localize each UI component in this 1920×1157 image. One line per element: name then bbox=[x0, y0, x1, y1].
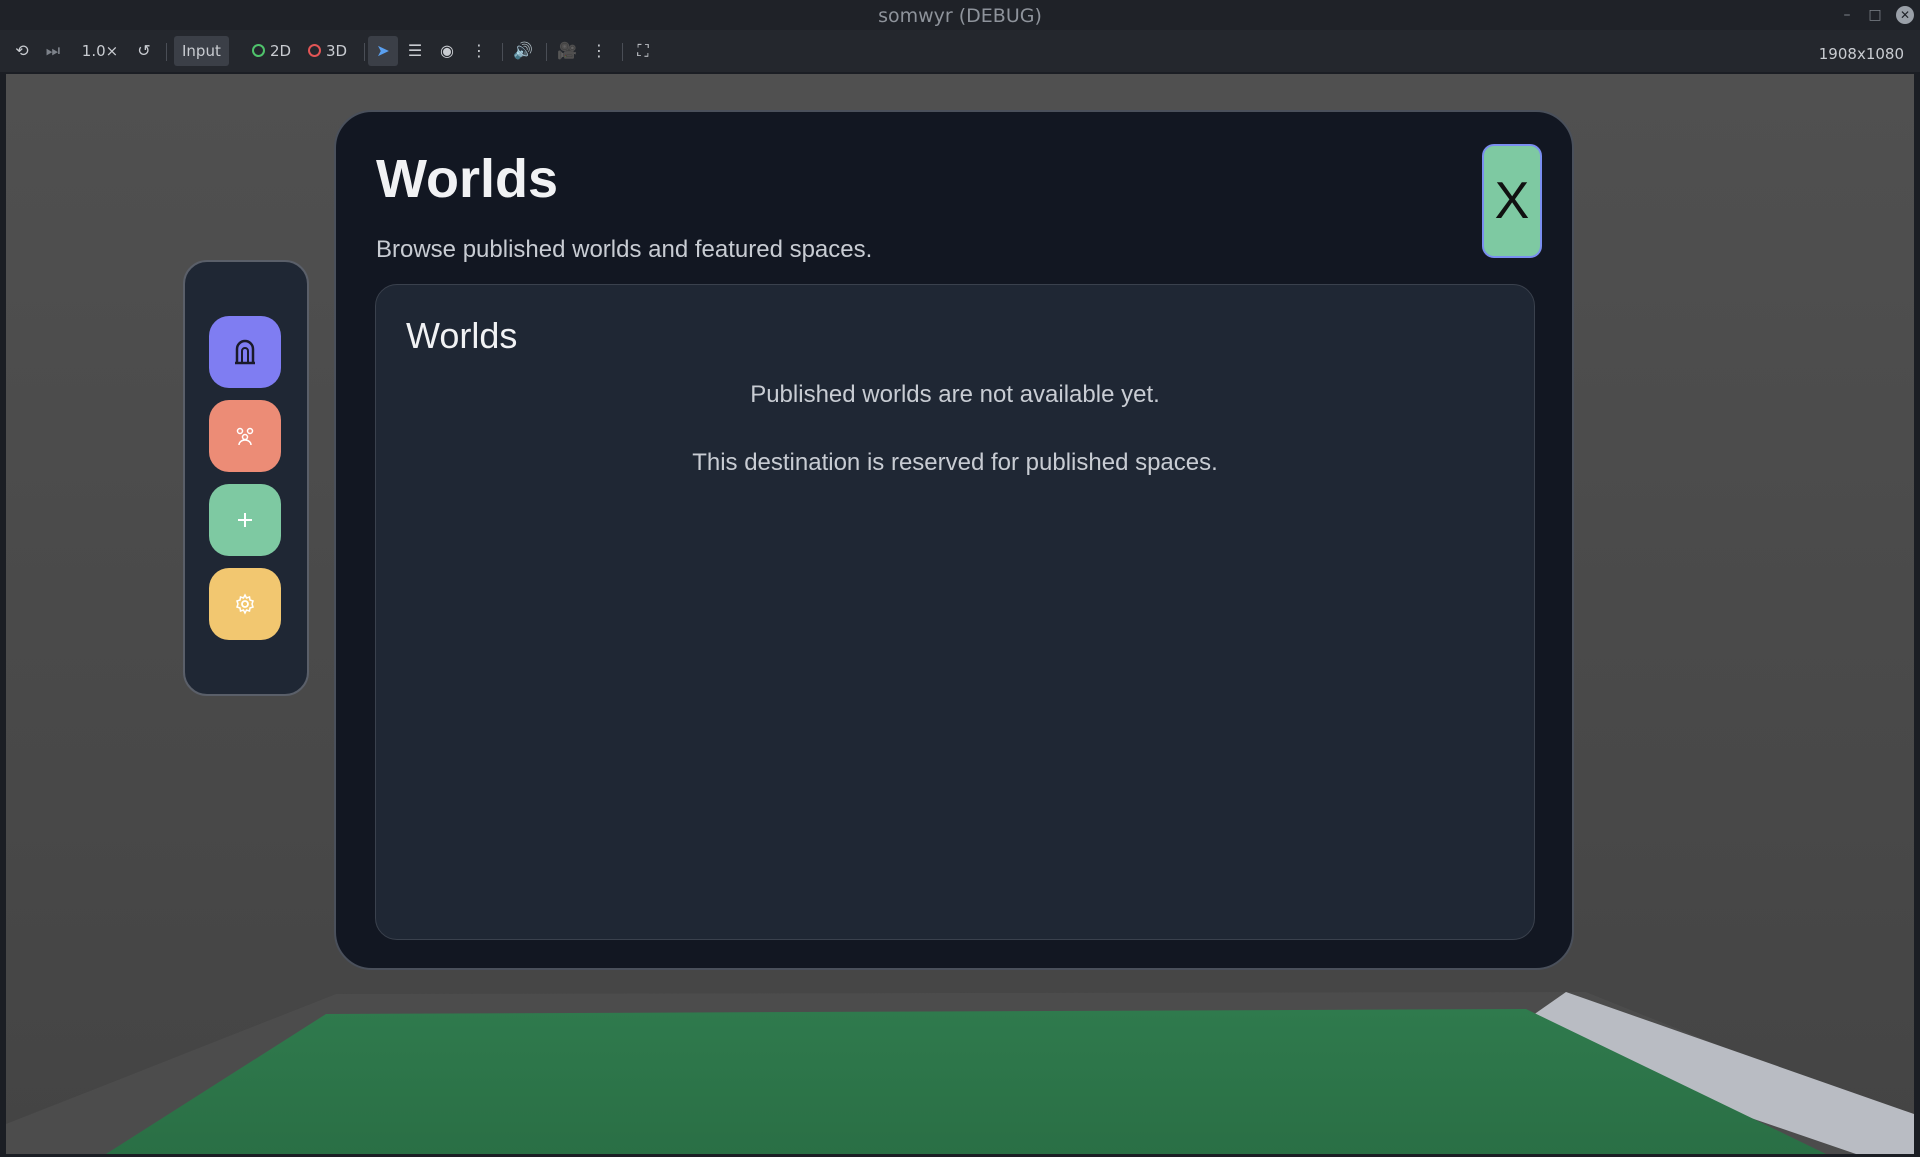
status-dot-icon bbox=[308, 44, 321, 57]
mode-3d-button[interactable]: 3D bbox=[308, 36, 347, 66]
more-options-icon[interactable]: ⋮ bbox=[584, 36, 614, 66]
panel-title: Worlds bbox=[406, 315, 518, 356]
worlds-panel: Worlds Published worlds are not availabl… bbox=[375, 284, 1535, 940]
mode-3d-label: 3D bbox=[326, 42, 348, 60]
input-toggle-button[interactable]: Input bbox=[174, 36, 229, 66]
modal-title: Worlds bbox=[376, 149, 559, 209]
status-dot-icon bbox=[252, 44, 265, 57]
toolbar-divider bbox=[364, 43, 365, 61]
grass-floor bbox=[106, 1009, 1826, 1154]
side-dock bbox=[183, 260, 309, 696]
create-dock-button[interactable] bbox=[209, 484, 281, 556]
maximize-icon[interactable]: □ bbox=[1866, 6, 1884, 24]
toolbar-divider bbox=[546, 43, 547, 61]
select-tool-icon[interactable]: ➤ bbox=[368, 36, 398, 66]
resolution-readout: 1908x1080 bbox=[1818, 45, 1904, 63]
worlds-dock-button[interactable] bbox=[209, 316, 281, 388]
visibility-icon[interactable]: ◉ bbox=[432, 36, 462, 66]
close-modal-button[interactable]: X bbox=[1482, 144, 1542, 258]
pause-icon[interactable]: ⟲ bbox=[7, 36, 37, 66]
people-icon bbox=[236, 427, 254, 446]
mode-2d-button[interactable]: 2D bbox=[252, 36, 291, 66]
debug-toolbar: ⟲ ⏭ 1.0× ↺ Input 2D 3D ➤ ☰ ◉ ⋮ 🔊 🎥 ⋮ ⛶ 1… bbox=[0, 30, 1920, 72]
portal-icon bbox=[235, 339, 255, 365]
reset-icon[interactable]: ↺ bbox=[129, 36, 159, 66]
toolbar-divider bbox=[166, 43, 167, 61]
window-title: somwyr (DEBUG) bbox=[878, 5, 1042, 27]
mode-2d-label: 2D bbox=[270, 42, 292, 60]
empty-state-detail: This destination is reserved for publish… bbox=[692, 449, 1218, 476]
toolbar-divider bbox=[622, 43, 623, 61]
plus-icon bbox=[238, 513, 252, 527]
modal-subtitle: Browse published worlds and featured spa… bbox=[376, 236, 873, 263]
step-frame-icon[interactable]: ⏭ bbox=[38, 36, 68, 66]
empty-state-message: Published worlds are not available yet. bbox=[750, 381, 1160, 408]
people-dock-button[interactable] bbox=[209, 400, 281, 472]
input-label: Input bbox=[182, 42, 221, 60]
window-titlebar: somwyr (DEBUG) – □ ✕ bbox=[0, 0, 1920, 30]
settings-dock-button[interactable] bbox=[209, 568, 281, 640]
audio-icon[interactable]: 🔊 bbox=[508, 36, 538, 66]
gear-icon bbox=[236, 593, 254, 615]
time-scale-button[interactable]: 1.0× bbox=[80, 36, 120, 66]
minimize-icon[interactable]: – bbox=[1838, 6, 1856, 24]
close-window-icon[interactable]: ✕ bbox=[1896, 6, 1914, 24]
more-options-icon[interactable]: ⋮ bbox=[464, 36, 494, 66]
camera-icon[interactable]: 🎥 bbox=[552, 36, 582, 66]
worlds-modal: Worlds Browse published worlds and featu… bbox=[334, 110, 1574, 970]
toolbar-divider bbox=[502, 43, 503, 61]
list-select-icon[interactable]: ☰ bbox=[400, 36, 430, 66]
fullscreen-icon[interactable]: ⛶ bbox=[628, 36, 658, 66]
